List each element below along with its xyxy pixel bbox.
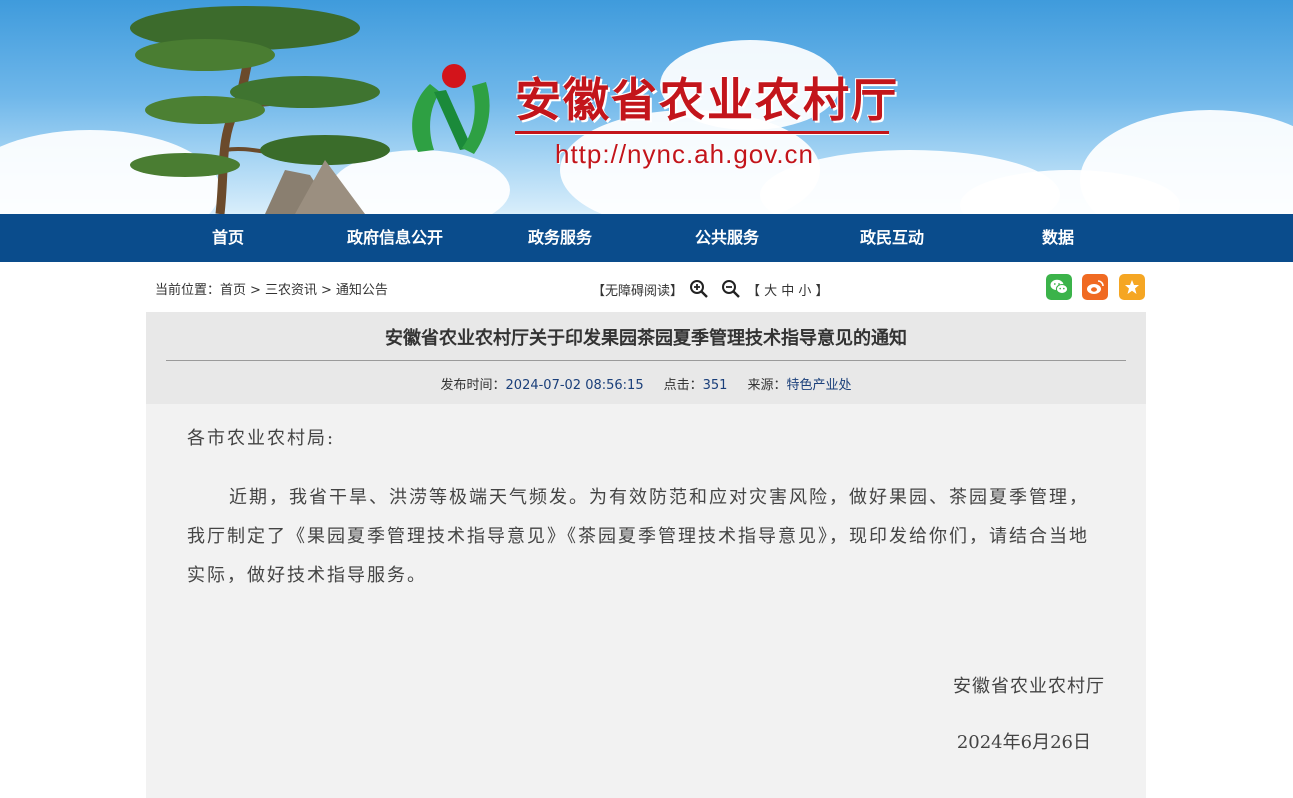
article-header: 安徽省农业农村厅关于印发果园茶园夏季管理技术指导意见的通知 发布时间：2024-… bbox=[146, 312, 1146, 404]
pine-tree-illustration bbox=[130, 6, 390, 214]
article-paragraph: 近期，我省干旱、洪涝等极端天气频发。为有效防范和应对灾害风险，做好果园、茶园夏季… bbox=[187, 487, 1089, 586]
nav-item-interaction[interactable]: 政民互动 bbox=[860, 214, 924, 262]
main-nav: 首页 政府信息公开 政务服务 公共服务 政民互动 数据 bbox=[0, 214, 1293, 262]
article-title: 安徽省农业农村厅关于印发果园茶园夏季管理技术指导意见的通知 bbox=[385, 328, 907, 349]
breadcrumb-prefix: 当前位置： bbox=[155, 283, 221, 298]
weibo-share-button[interactable] bbox=[1082, 274, 1108, 300]
breadcrumb-notices[interactable]: 通知公告 bbox=[336, 283, 388, 298]
nav-item-gov-service[interactable]: 政务服务 bbox=[528, 214, 592, 262]
breadcrumb: 当前位置：首页 > 三农资讯 > 通知公告 bbox=[155, 279, 388, 298]
page-toolbar: 当前位置：首页 > 三农资讯 > 通知公告 【无障碍阅读】 【 大 中 小 】 bbox=[0, 262, 1293, 312]
zoom-in-icon[interactable] bbox=[689, 279, 709, 299]
site-logo-icon bbox=[412, 64, 490, 154]
favorite-star-icon bbox=[1125, 280, 1139, 294]
site-url: http://nync.ah.gov.cn bbox=[555, 139, 814, 169]
salutation: 各市农业农村局: bbox=[187, 428, 336, 449]
wechat-icon bbox=[1050, 279, 1068, 294]
breadcrumb-separator: > bbox=[320, 283, 332, 298]
breadcrumb-separator: > bbox=[250, 283, 261, 298]
source-label: 来源： bbox=[747, 378, 787, 393]
zoom-out-icon[interactable] bbox=[721, 279, 741, 299]
accessible-reading-link[interactable]: 【无障碍阅读】 bbox=[592, 280, 683, 299]
publish-time-value: 2024-07-02 08:56:15 bbox=[505, 378, 644, 393]
site-title: 安徽省农业农村厅 bbox=[515, 73, 899, 127]
nav-item-public-service[interactable]: 公共服务 bbox=[695, 214, 759, 262]
source-value: 特色产业处 bbox=[786, 378, 852, 393]
nav-item-gov-info[interactable]: 政府信息公开 bbox=[347, 214, 443, 262]
publish-time-label: 发布时间： bbox=[440, 378, 506, 393]
breadcrumb-news[interactable]: 三农资讯 bbox=[265, 283, 317, 298]
title-underline bbox=[515, 131, 889, 134]
article-meta: 发布时间：2024-07-02 08:56:15 点击：351 来源：特色产业处 bbox=[146, 374, 1146, 393]
font-size-switcher[interactable]: 【 大 中 小 】 bbox=[747, 280, 829, 299]
title-divider bbox=[166, 360, 1126, 361]
accessibility-tools: 【无障碍阅读】 【 大 中 小 】 bbox=[592, 279, 829, 299]
nav-item-home[interactable]: 首页 bbox=[212, 214, 244, 262]
nav-item-data[interactable]: 数据 bbox=[1042, 214, 1074, 262]
article-panel: 安徽省农业农村厅关于印发果园茶园夏季管理技术指导意见的通知 发布时间：2024-… bbox=[146, 312, 1146, 798]
signer: 安徽省农业农村厅 bbox=[953, 676, 1105, 697]
site-banner: 安徽省农业农村厅 http://nync.ah.gov.cn bbox=[0, 0, 1293, 214]
favorite-button[interactable] bbox=[1119, 274, 1145, 300]
breadcrumb-home[interactable]: 首页 bbox=[220, 283, 246, 298]
clicks-label: 点击： bbox=[663, 378, 703, 393]
weibo-icon bbox=[1087, 280, 1104, 294]
clicks-value: 351 bbox=[702, 378, 728, 393]
issue-date: 2024年6月26日 bbox=[956, 732, 1091, 753]
wechat-share-button[interactable] bbox=[1046, 274, 1072, 300]
